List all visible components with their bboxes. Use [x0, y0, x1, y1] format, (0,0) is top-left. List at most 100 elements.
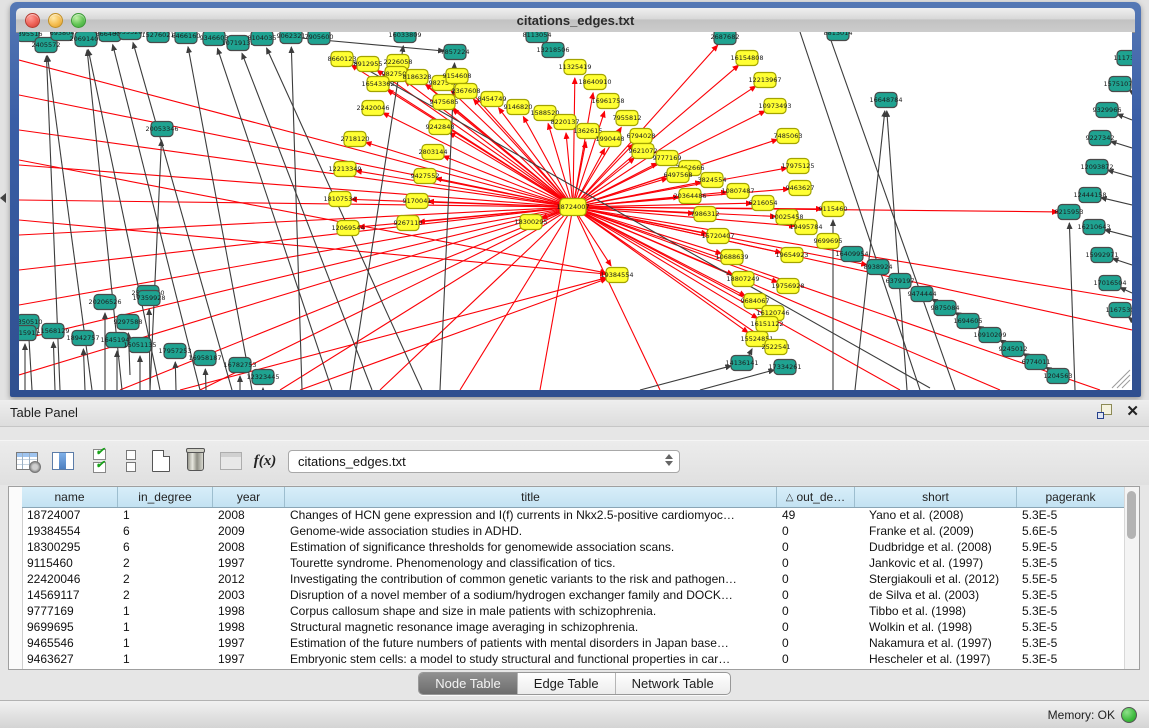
table-cell[interactable]: 0 [777, 651, 855, 667]
table-cell[interactable]: 1997 [213, 555, 285, 571]
table-cell[interactable]: 2008 [213, 539, 285, 555]
table-settings-icon[interactable] [14, 448, 40, 474]
column-header-out_de[interactable]: △out_de… [777, 487, 855, 507]
table-cell[interactable]: 0 [777, 571, 855, 587]
deselect-all-icon[interactable] [118, 448, 144, 474]
table-cell[interactable]: 5.3E-5 [1017, 507, 1125, 523]
table-cell[interactable]: 49 [777, 507, 855, 523]
close-panel-icon[interactable]: ✕ [1126, 404, 1139, 419]
select-columns-icon[interactable] [50, 448, 76, 474]
table-cell[interactable]: Genome-wide association studies in ADHD. [285, 523, 777, 539]
table-cell[interactable]: 1998 [213, 603, 285, 619]
table-cell[interactable]: 2 [118, 587, 213, 603]
table-cell[interactable]: 2008 [213, 507, 285, 523]
table-cell[interactable]: Nakamura et al. (1997) [855, 635, 1017, 651]
table-cell[interactable]: 9699695 [22, 619, 118, 635]
table-row[interactable]: 1872400712008Changes of HCN gene express… [22, 507, 1125, 523]
table-cell[interactable]: 2003 [213, 587, 285, 603]
table-cell[interactable]: Investigating the contribution of common… [285, 571, 777, 587]
network-window-titlebar[interactable]: citations_edges.txt [16, 8, 1135, 33]
table-cell[interactable]: 18724007 [22, 507, 118, 523]
table-cell[interactable]: 1 [118, 635, 213, 651]
table-cell[interactable]: 5.3E-5 [1017, 651, 1125, 667]
table-cell[interactable]: 0 [777, 619, 855, 635]
table-cell[interactable]: Embryonic stem cells: a model to study s… [285, 651, 777, 667]
table-cell[interactable]: 5.3E-5 [1017, 619, 1125, 635]
table-cell[interactable]: Stergiakouli et al. (2012) [855, 571, 1017, 587]
table-cell[interactable]: Tibbo et al. (1998) [855, 603, 1017, 619]
new-column-icon[interactable] [148, 448, 174, 474]
table-cell[interactable]: 5.3E-5 [1017, 603, 1125, 619]
table-cell[interactable]: Jankovic et al. (1997) [855, 555, 1017, 571]
table-cell[interactable]: Wolkin et al. (1998) [855, 619, 1017, 635]
table-cell[interactable]: Changes of HCN gene expression and I(f) … [285, 507, 777, 523]
column-header-short[interactable]: short [855, 487, 1017, 507]
table-cell[interactable]: Franke et al. (2009) [855, 523, 1017, 539]
resize-grip-icon[interactable] [1112, 370, 1130, 388]
column-header-year[interactable]: year [213, 487, 285, 507]
table-selector-dropdown[interactable]: citations_edges.txt [288, 450, 680, 473]
column-header-title[interactable]: title [285, 487, 777, 507]
delete-column-icon[interactable] [182, 448, 208, 474]
table-cell[interactable]: 5.3E-5 [1017, 555, 1125, 571]
table-cell[interactable]: 2009 [213, 523, 285, 539]
collapse-splitter-arrow[interactable] [0, 193, 6, 203]
table-cell[interactable]: Dudbridge et al. (2008) [855, 539, 1017, 555]
table-cell[interactable]: 5.6E-5 [1017, 523, 1125, 539]
function-builder-icon[interactable]: f(x) [252, 448, 278, 474]
table-cell[interactable]: 9465546 [22, 635, 118, 651]
table-cell[interactable]: 18300295 [22, 539, 118, 555]
table-cell[interactable]: Yano et al. (2008) [855, 507, 1017, 523]
table-cell[interactable]: 0 [777, 539, 855, 555]
table-cell[interactable]: 1998 [213, 619, 285, 635]
table-row[interactable]: 1830029562008Estimation of significance … [22, 539, 1125, 555]
table-cell[interactable]: 1 [118, 619, 213, 635]
table-row[interactable]: 911546021997Tourette syndrome. Phenomeno… [22, 555, 1125, 571]
network-canvas[interactable]: 1872400786601238912955222605898275031654… [19, 32, 1132, 390]
table-cell[interactable]: 2 [118, 555, 213, 571]
table-cell[interactable]: Corpus callosum shape and size in male p… [285, 603, 777, 619]
table-cell[interactable]: 9777169 [22, 603, 118, 619]
table-row[interactable]: 1938455462009Genome-wide association stu… [22, 523, 1125, 539]
table-cell[interactable]: 5.3E-5 [1017, 587, 1125, 603]
table-row[interactable]: 2242004622012Investigating the contribut… [22, 571, 1125, 587]
table-row[interactable]: 1456911722003Disruption of a novel membe… [22, 587, 1125, 603]
scrollbar-thumb[interactable] [1127, 491, 1136, 539]
table-row[interactable]: 969969511998Structural magnetic resonanc… [22, 619, 1125, 635]
table-cell[interactable]: Hescheler et al. (1997) [855, 651, 1017, 667]
column-header-pagerank[interactable]: pagerank [1017, 487, 1125, 507]
table-cell[interactable]: 0 [777, 635, 855, 651]
table-cell[interactable]: 5.5E-5 [1017, 571, 1125, 587]
table-cell[interactable]: 2012 [213, 571, 285, 587]
table-vertical-scrollbar[interactable] [1124, 487, 1139, 669]
delete-table-icon[interactable] [218, 448, 244, 474]
table-cell[interactable]: Disruption of a novel member of a sodium… [285, 587, 777, 603]
table-cell[interactable]: 2 [118, 571, 213, 587]
table-cell[interactable]: 1 [118, 603, 213, 619]
table-row[interactable]: 946554611997Estimation of the future num… [22, 635, 1125, 651]
table-cell[interactable]: Estimation of significance thresholds fo… [285, 539, 777, 555]
tab-edge-table[interactable]: Edge Table [518, 673, 616, 694]
table-cell[interactable]: 9115460 [22, 555, 118, 571]
table-cell[interactable]: de Silva et al. (2003) [855, 587, 1017, 603]
table-row[interactable]: 977716911998Corpus callosum shape and si… [22, 603, 1125, 619]
column-header-in_degree[interactable]: in_degree [118, 487, 213, 507]
table-cell[interactable]: 22420046 [22, 571, 118, 587]
table-cell[interactable]: 0 [777, 555, 855, 571]
table-cell[interactable]: 0 [777, 523, 855, 539]
table-cell[interactable]: 5.9E-5 [1017, 539, 1125, 555]
table-row[interactable]: 946362711997Embryonic stem cells: a mode… [22, 651, 1125, 667]
table-cell[interactable]: 19384554 [22, 523, 118, 539]
tab-node-table[interactable]: Node Table [419, 673, 518, 694]
table-cell[interactable]: 0 [777, 587, 855, 603]
table-cell[interactable]: 6 [118, 523, 213, 539]
table-cell[interactable]: Estimation of the future numbers of pati… [285, 635, 777, 651]
table-cell[interactable]: Tourette syndrome. Phenomenology and cla… [285, 555, 777, 571]
float-panel-icon[interactable] [1097, 404, 1112, 419]
table-cell[interactable]: 1997 [213, 635, 285, 651]
table-cell[interactable]: 14569117 [22, 587, 118, 603]
table-cell[interactable]: 6 [118, 539, 213, 555]
table-cell[interactable]: 1 [118, 507, 213, 523]
table-cell[interactable]: 9463627 [22, 651, 118, 667]
tab-network-table[interactable]: Network Table [616, 673, 730, 694]
